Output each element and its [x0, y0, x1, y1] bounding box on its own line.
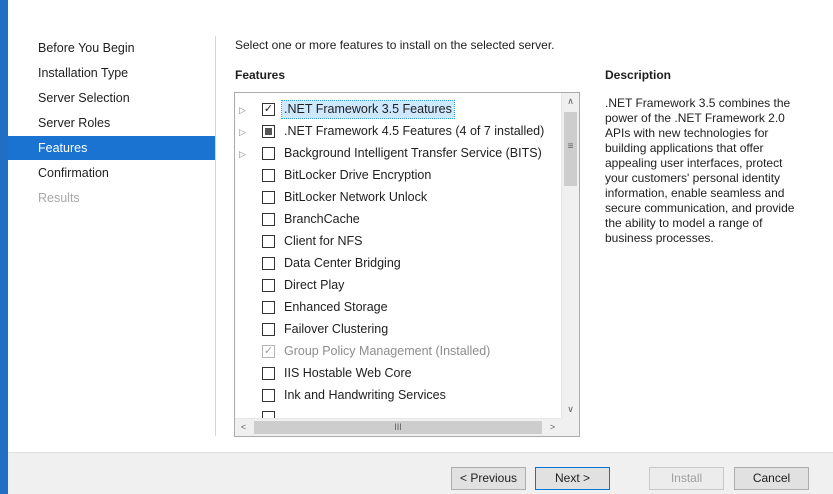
window-border [0, 0, 8, 494]
feature-label: .NET Framework 3.5 Features [281, 100, 455, 119]
feature-label: Background Intelligent Transfer Service … [284, 146, 542, 160]
description-heading: Description [605, 68, 672, 82]
feature-row[interactable]: ▷ .NET Framework 4.5 Features (4 of 7 ins… [235, 121, 561, 143]
grip-icon: ≡ [567, 141, 574, 152]
install-button[interactable]: Install [649, 467, 724, 490]
feature-checkbox[interactable] [262, 257, 275, 270]
previous-button[interactable]: < Previous [451, 467, 526, 490]
nav-item-server-selection[interactable]: Server Selection [8, 86, 215, 110]
feature-row[interactable]: BitLocker Network Unlock [235, 187, 561, 209]
feature-label: Ink and Handwriting Services [284, 388, 446, 402]
feature-row[interactable]: Enhanced Storage [235, 297, 561, 319]
feature-row[interactable] [235, 407, 561, 418]
feature-label: BranchCache [284, 212, 360, 226]
description-text: .NET Framework 3.5 combines the power of… [605, 96, 795, 245]
feature-label: Enhanced Storage [284, 300, 388, 314]
scrollbar-corner [561, 418, 579, 436]
scroll-right-icon[interactable]: > [544, 419, 561, 436]
feature-label: .NET Framework 4.5 Features (4 of 7 inst… [284, 124, 545, 138]
feature-checkbox: ✓ [262, 345, 275, 358]
feature-checkbox[interactable] [262, 279, 275, 292]
nav-item-features[interactable]: Features [8, 136, 215, 160]
vertical-scroll-thumb[interactable]: ≡ [564, 112, 577, 186]
feature-row[interactable]: ✓ Group Policy Management (Installed) [235, 341, 561, 363]
feature-row[interactable]: Data Center Bridging [235, 253, 561, 275]
feature-row[interactable]: Client for NFS [235, 231, 561, 253]
feature-checkbox[interactable] [262, 147, 275, 160]
feature-label: Failover Clustering [284, 322, 389, 336]
features-heading: Features [235, 68, 286, 82]
feature-checkbox[interactable] [262, 301, 275, 314]
features-tree[interactable]: ▷ ✓ .NET Framework 3.5 Features ▷ .NET Frame… [234, 92, 580, 437]
feature-checkbox[interactable] [262, 213, 275, 226]
feature-checkbox[interactable] [262, 235, 275, 248]
feature-label: IIS Hostable Web Core [284, 366, 412, 380]
nav-item-confirmation[interactable]: Confirmation [8, 161, 215, 185]
expand-arrow-icon[interactable]: ▷ [239, 147, 251, 161]
feature-label: Direct Play [284, 278, 345, 292]
feature-label: Client for NFS [284, 234, 363, 248]
scroll-down-icon[interactable]: ∨ [562, 401, 579, 418]
feature-label: Data Center Bridging [284, 256, 401, 270]
features-list: ▷ ✓ .NET Framework 3.5 Features ▷ .NET Frame… [235, 93, 561, 418]
feature-checkbox[interactable] [262, 323, 275, 336]
feature-label: BitLocker Drive Encryption [284, 168, 432, 182]
scroll-up-icon[interactable]: ∧ [562, 93, 579, 110]
feature-checkbox[interactable] [262, 411, 275, 418]
feature-checkbox[interactable] [262, 367, 275, 380]
nav-item-installation-type[interactable]: Installation Type [8, 61, 215, 85]
vertical-scrollbar[interactable]: ∧ ≡ ∨ [561, 93, 579, 418]
feature-checkbox[interactable] [262, 191, 275, 204]
feature-row[interactable]: BranchCache [235, 209, 561, 231]
feature-row[interactable]: ▷ ✓ .NET Framework 3.5 Features [235, 99, 561, 121]
feature-checkbox[interactable] [262, 389, 275, 402]
feature-row[interactable]: BitLocker Drive Encryption [235, 165, 561, 187]
grip-icon: III [394, 422, 402, 432]
feature-row[interactable]: Direct Play [235, 275, 561, 297]
nav-item-before-you-begin[interactable]: Before You Begin [8, 36, 215, 60]
nav-item-server-roles[interactable]: Server Roles [8, 111, 215, 135]
feature-row[interactable]: Ink and Handwriting Services [235, 385, 561, 407]
feature-row[interactable]: IIS Hostable Web Core [235, 363, 561, 385]
feature-row[interactable]: Failover Clustering [235, 319, 561, 341]
scroll-left-icon[interactable]: < [235, 419, 252, 436]
expand-arrow-icon[interactable]: ▷ [239, 125, 251, 139]
wizard-footer: < Previous Next > Install Cancel [8, 452, 833, 494]
feature-label: BitLocker Network Unlock [284, 190, 428, 204]
horizontal-scrollbar[interactable]: < III > [235, 418, 561, 436]
nav-item-results: Results [38, 191, 80, 205]
feature-checkbox[interactable] [262, 125, 275, 138]
expand-arrow-icon[interactable]: ▷ [239, 103, 251, 117]
cancel-button[interactable]: Cancel [734, 467, 809, 490]
wizard-nav: Before You Begin Installation Type Server … [8, 0, 215, 452]
nav-divider [215, 36, 216, 436]
horizontal-scroll-thumb[interactable]: III [254, 421, 542, 434]
feature-checkbox[interactable] [262, 169, 275, 182]
next-button[interactable]: Next > [535, 467, 610, 490]
page-intro: Select one or more features to install o… [235, 38, 555, 52]
feature-checkbox[interactable]: ✓ [262, 103, 275, 116]
feature-label: Group Policy Management (Installed) [284, 344, 491, 358]
feature-row[interactable]: ▷ Background Intelligent Transfer Service… [235, 143, 561, 165]
